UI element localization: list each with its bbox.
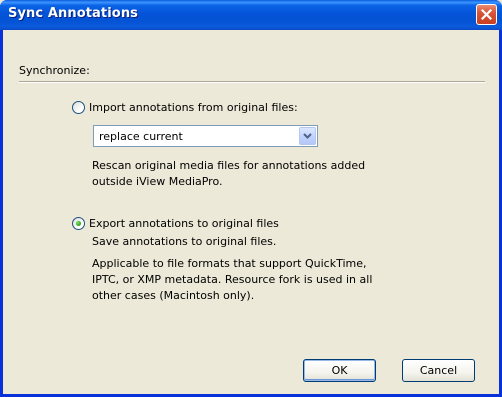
export-format-note: Applicable to file formats that support … — [92, 257, 373, 302]
import-radio-option[interactable]: Import annotations from original files: — [72, 101, 298, 114]
close-button[interactable] — [476, 4, 497, 25]
cancel-button[interactable]: Cancel — [402, 359, 475, 382]
dialog-body: Synchronize: Import annotations from ori… — [3, 30, 499, 394]
import-description: Rescan original media files for annotati… — [92, 159, 366, 188]
import-mode-value: replace current — [99, 130, 183, 143]
dropdown-arrow-button[interactable] — [299, 127, 316, 145]
title-bar[interactable]: Sync Annotations — [0, 0, 502, 30]
close-icon — [481, 9, 492, 20]
window-title: Sync Annotations — [8, 6, 139, 21]
import-radio-button[interactable] — [72, 101, 85, 114]
import-radio-label[interactable]: Import annotations from original files: — [89, 101, 298, 114]
export-radio-button[interactable] — [72, 217, 85, 230]
export-description: Save annotations to original files. — [92, 235, 277, 248]
dialog-window: Sync Annotations Synchronize: Import ann… — [0, 0, 502, 397]
chevron-down-icon — [303, 133, 312, 139]
group-label: Synchronize: — [19, 64, 90, 77]
import-mode-select[interactable]: replace current — [93, 125, 318, 147]
group-divider — [19, 81, 485, 83]
export-radio-option[interactable]: Export annotations to original files — [72, 217, 279, 230]
export-radio-label[interactable]: Export annotations to original files — [89, 217, 279, 230]
ok-button[interactable]: OK — [303, 359, 376, 382]
